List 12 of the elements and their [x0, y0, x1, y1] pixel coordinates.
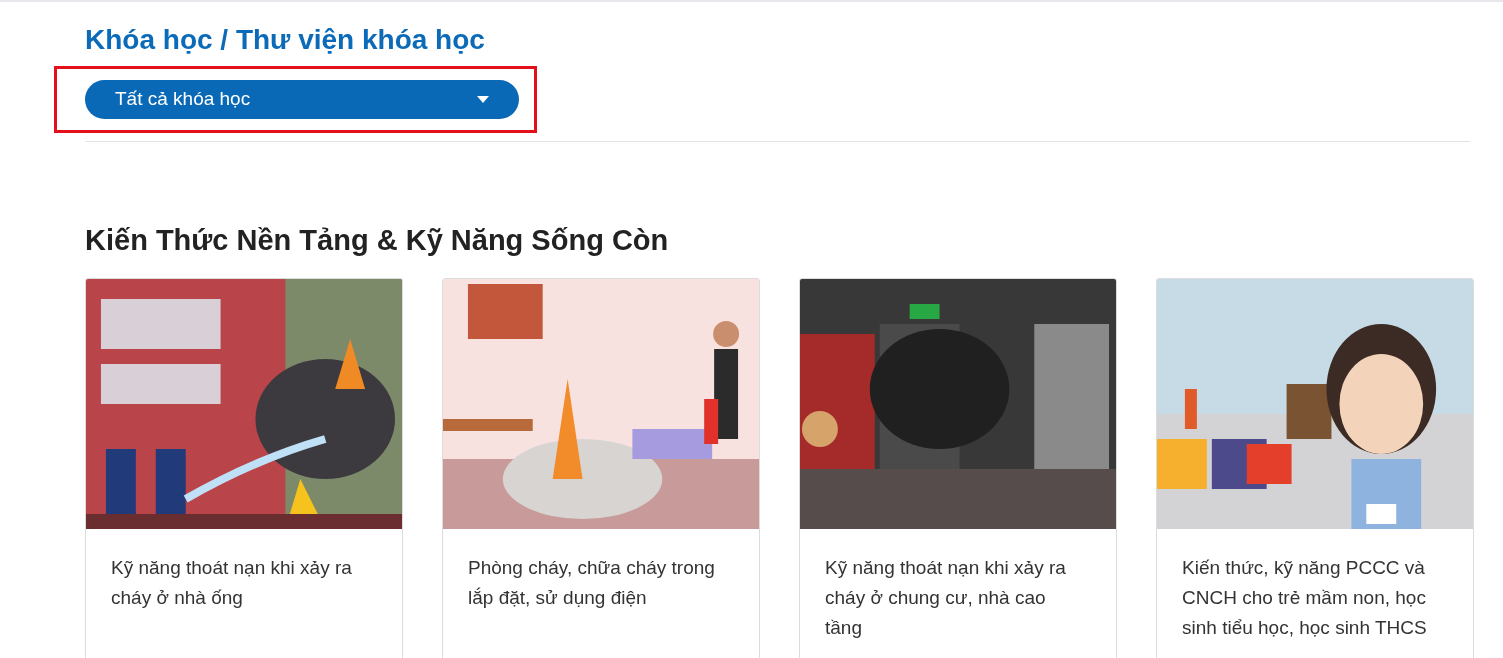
course-card[interactable]: Kỹ năng thoát nạn khi xảy ra cháy ở nhà ống	[85, 278, 403, 658]
course-title: Phòng cháy, chữa cháy trong lắp đặt, sử dụng điện	[467, 556, 716, 610]
course-filter-dropdown[interactable]: Tất cả khóa học	[85, 80, 519, 119]
course-title: Kiến thức, kỹ năng PCCC và CNCH cho trẻ mầm non, học sinh tiểu học, học sinh THCS	[1181, 556, 1428, 640]
course-card[interactable]: Phòng cháy, chữa cháy trong lắp đặt, sử dụng điện	[442, 278, 760, 658]
section-heading: Kiến Thức Nền Tảng & Kỹ Năng Sống Còn	[85, 223, 670, 258]
course-title: Kỹ năng thoát nạn khi xảy ra cháy ở chung cư, nhà cao tầng	[824, 556, 1067, 640]
course-card[interactable]: Kỹ năng thoát nạn khi xảy ra cháy ở chung cư, nhà cao tầng	[799, 278, 1117, 658]
caret-icon	[477, 96, 489, 103]
course-card[interactable]: Kiến thức, kỹ năng PCCC và CNCH cho trẻ mầm non, học sinh tiểu học, học sinh THCS	[1156, 278, 1474, 658]
course-title: Kỹ năng thoát nạn khi xảy ra cháy ở nhà ống	[110, 556, 353, 610]
breadcrumb-title: Khóa học / Thư viện khóa học	[85, 23, 486, 57]
